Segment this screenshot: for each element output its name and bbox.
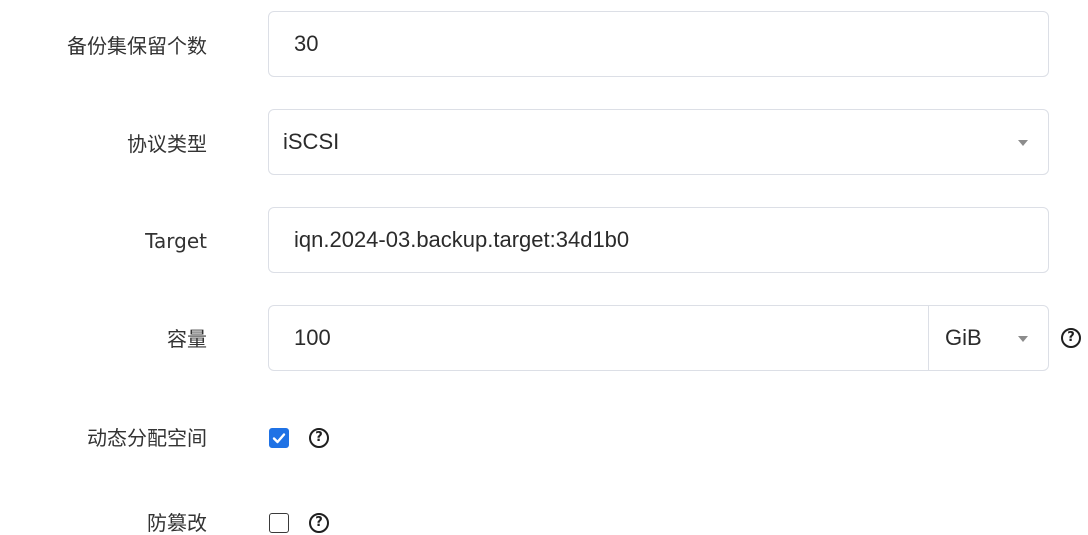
protocol-type-select[interactable]: iSCSI [268,109,1049,175]
thin-provisioning-label: 动态分配空间 [87,426,207,450]
capacity-label: 容量 [167,327,207,351]
target-value: iqn.2024-03.backup.target:34d1b0 [294,227,630,252]
tamper-proof-help-icon[interactable]: ? [309,513,329,533]
protocol-type-label: 协议类型 [127,132,207,156]
capacity-field: 100 GiB [268,305,1049,371]
capacity-unit-value: GiB [945,325,982,350]
caret-down-icon [1018,140,1028,146]
capacity-unit-select[interactable]: GiB [928,306,1048,370]
tamper-proof-checkbox[interactable] [269,513,289,533]
capacity-value-input[interactable]: 100 [294,325,331,351]
capacity-help-icon[interactable]: ? [1061,328,1081,348]
retention-count-input[interactable]: 30 [268,11,1049,77]
retention-count-label: 备份集保留个数 [67,34,207,58]
retention-count-value: 30 [294,31,319,56]
target-input[interactable]: iqn.2024-03.backup.target:34d1b0 [268,207,1049,273]
check-icon [272,433,286,444]
target-label: Target [145,229,207,253]
thin-provisioning-checkbox[interactable] [269,428,289,448]
protocol-type-selected-value: iSCSI [283,129,340,154]
caret-down-icon [1018,336,1028,342]
tamper-proof-label: 防篡改 [147,511,207,535]
thin-provisioning-help-icon[interactable]: ? [309,428,329,448]
